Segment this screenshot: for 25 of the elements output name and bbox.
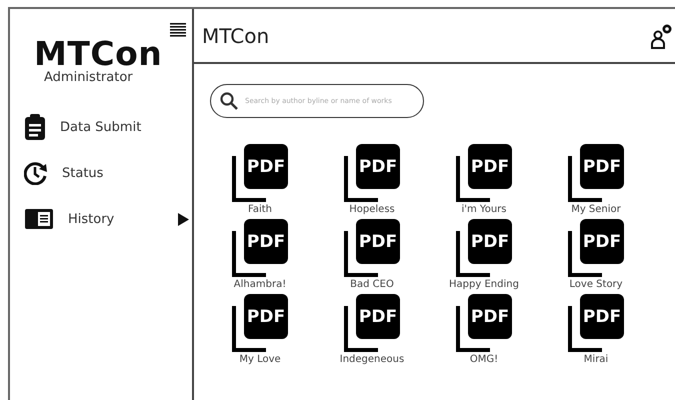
- file-name[interactable]: Mirai: [584, 354, 608, 365]
- file-name[interactable]: OMG!: [470, 354, 498, 365]
- file-name[interactable]: Love Story: [569, 279, 623, 290]
- search-icon: [220, 92, 238, 110]
- sidebar-item[interactable]: Status: [62, 166, 158, 180]
- user-settings-icon[interactable]: [651, 22, 673, 48]
- sidebar-item[interactable]: History: [68, 212, 164, 226]
- file-name[interactable]: My Love: [239, 354, 281, 365]
- page-title: MTCon: [202, 24, 270, 48]
- file-name[interactable]: Indegeneous: [340, 354, 404, 365]
- file-name[interactable]: Hopeless: [349, 204, 395, 215]
- history-clock-icon: [24, 161, 48, 185]
- file-name[interactable]: Faith: [248, 204, 272, 215]
- expand-arrow-icon[interactable]: [178, 212, 189, 226]
- menu-icon[interactable]: [170, 23, 186, 37]
- file-name[interactable]: Bad CEO: [350, 279, 394, 290]
- app-logo: MTCon: [34, 37, 162, 70]
- clipboard-icon: [24, 114, 46, 140]
- file-name[interactable]: Alhambra!: [234, 279, 286, 290]
- file-name[interactable]: My Senior: [571, 204, 621, 215]
- logo-subtitle: Administrator: [44, 70, 133, 85]
- file-name[interactable]: i'm Yours: [461, 204, 506, 215]
- book-icon: [24, 208, 54, 230]
- sidebar-item[interactable]: Data Submit: [60, 120, 156, 134]
- file-name[interactable]: Happy Ending: [449, 279, 519, 290]
